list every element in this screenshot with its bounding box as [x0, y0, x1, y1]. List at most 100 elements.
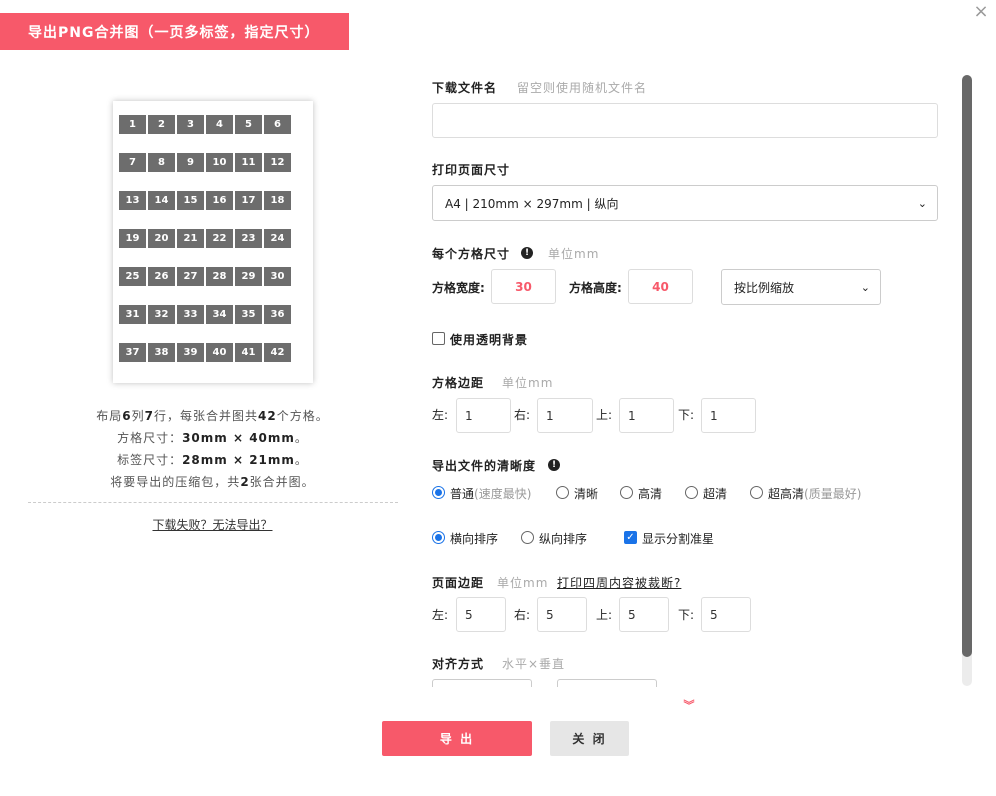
- transparent-bg-checkbox[interactable]: [432, 332, 445, 345]
- page-margin-bottom-label: 下:: [678, 608, 695, 622]
- transparent-bg-label: 使用透明背景: [450, 333, 529, 347]
- clarity-option-uhd: 超高清(质量最好): [768, 485, 861, 502]
- summary-text: 。: [294, 431, 308, 445]
- preview-cell: 38: [148, 343, 175, 362]
- cell-margin-hint: 单位mm: [502, 376, 554, 390]
- preview-cell: 19: [119, 229, 146, 248]
- preview-cell: 17: [235, 191, 262, 210]
- order-vertical-radio[interactable]: [521, 531, 534, 544]
- preview-cell: 32: [148, 305, 175, 324]
- show-crosshair-label: 显示分割准星: [642, 532, 715, 546]
- page-margin-label: 页面边距: [432, 576, 485, 590]
- cell-height-input[interactable]: 40: [628, 269, 693, 304]
- clarity-radio-clear[interactable]: [556, 486, 569, 499]
- page-margin-top-input[interactable]: 5: [619, 597, 669, 632]
- page-size-select[interactable]: A4 | 210mm × 297mm | 纵向 ⌄: [432, 185, 938, 221]
- info-icon[interactable]: !: [548, 459, 560, 471]
- page-margin-right-input[interactable]: 5: [537, 597, 587, 632]
- preview-cell: 7: [119, 153, 146, 172]
- download-failed-link[interactable]: 下载失败？无法导出？: [20, 516, 405, 533]
- cell-margin-right-input[interactable]: 1: [537, 398, 593, 433]
- clarity-radio-fhd[interactable]: [685, 486, 698, 499]
- clarity-option-fhd: 超清: [703, 487, 728, 501]
- preview-cell: 11: [235, 153, 262, 172]
- filename-input[interactable]: [432, 103, 938, 138]
- page-margin-left-input[interactable]: 5: [456, 597, 506, 632]
- preview-cell: 4: [206, 115, 233, 134]
- order-horizontal-label: 横向排序: [450, 532, 499, 546]
- preview-cell: 22: [206, 229, 233, 248]
- preview-cell: 18: [264, 191, 291, 210]
- preview-cell: 40: [206, 343, 233, 362]
- preview-cell: 37: [119, 343, 146, 362]
- cell-margin-right-label: 右:: [514, 408, 531, 422]
- cell-margin-top-input[interactable]: 1: [619, 398, 674, 433]
- order-horizontal-radio[interactable]: [432, 531, 445, 544]
- page-margin-help-link[interactable]: 打印四周内容被裁断?: [557, 574, 681, 591]
- clarity-radio-normal[interactable]: [432, 486, 445, 499]
- preview-cell: 21: [177, 229, 204, 248]
- summary-cell-size: 30mm × 40mm: [182, 431, 295, 445]
- clarity-radio-uhd[interactable]: [750, 486, 763, 499]
- page-size-value: A4 | 210mm × 297mm | 纵向: [445, 196, 619, 211]
- preview-cell: 35: [235, 305, 262, 324]
- preview-cell: 39: [177, 343, 204, 362]
- preview-cell: 34: [206, 305, 233, 324]
- scroll-more-icon[interactable]: ︾: [681, 700, 697, 711]
- scale-mode-value: 按比例缩放: [734, 280, 795, 295]
- clarity-label: 导出文件的清晰度: [432, 459, 537, 473]
- preview-cell: 10: [206, 153, 233, 172]
- cell-margin-left-input[interactable]: 1: [456, 398, 511, 433]
- summary-text: 方格尺寸：: [117, 431, 183, 445]
- page-size-label: 打印页面尺寸: [432, 163, 511, 177]
- option-sub: (速度最快): [474, 487, 532, 501]
- filename-label: 下载文件名: [432, 81, 498, 95]
- clarity-radio-hd[interactable]: [620, 486, 633, 499]
- preview-cell: 6: [264, 115, 291, 134]
- preview-paper: 1 2 3 4 5 6 7 8 9 10 11 12 13 14 15 16 17 18 19 20 21 22 23 24 2…: [113, 101, 313, 383]
- dialog-title: 导出PNG合并图（一页多标签，指定尺寸）: [0, 13, 349, 50]
- cell-margin-bottom-input[interactable]: 1: [701, 398, 756, 433]
- page-margin-hint: 单位mm: [497, 576, 549, 590]
- preview-cell: 33: [177, 305, 204, 324]
- cell-height-label: 方格高度:: [569, 281, 622, 295]
- summary-line-pages: 将要导出的压缩包，共2张合并图。: [20, 471, 405, 493]
- close-icon[interactable]: ×: [972, 3, 990, 21]
- preview-cell: 30: [264, 267, 291, 286]
- summary-count: 42: [258, 409, 277, 423]
- summary-text: 将要导出的压缩包，共: [110, 475, 241, 489]
- preview-cell: 42: [264, 343, 291, 362]
- preview-cell: 41: [235, 343, 262, 362]
- summary-line-cell-size: 方格尺寸：30mm × 40mm。: [20, 427, 405, 449]
- preview-cell: 15: [177, 191, 204, 210]
- clarity-option-hd: 高清: [638, 487, 663, 501]
- preview-cell: 16: [206, 191, 233, 210]
- option-label: 超高清: [768, 487, 805, 501]
- page-margin-bottom-input[interactable]: 5: [701, 597, 751, 632]
- info-icon[interactable]: !: [521, 247, 533, 259]
- show-crosshair-checkbox[interactable]: ✓: [624, 531, 637, 544]
- summary-text: 张合并图。: [249, 475, 315, 489]
- summary-cols: 6: [122, 409, 132, 423]
- clarity-option-clear: 清晰: [574, 487, 599, 501]
- cell-width-input[interactable]: 30: [491, 269, 556, 304]
- preview-cell: 9: [177, 153, 204, 172]
- summary-line-label-size: 标签尺寸：28mm × 21mm。: [20, 449, 405, 471]
- vertical-align-select[interactable]: [557, 679, 657, 687]
- horizontal-align-select[interactable]: [432, 679, 532, 687]
- close-button[interactable]: 关 闭: [550, 721, 629, 756]
- scrollbar-thumb[interactable]: [962, 75, 972, 657]
- summary-text: 个方格。: [276, 409, 329, 423]
- alignment-hint: 水平×垂直: [502, 657, 566, 671]
- preview-cell: 3: [177, 115, 204, 134]
- summary-text: 标签尺寸：: [117, 453, 183, 467]
- preview-cell: 8: [148, 153, 175, 172]
- preview-cell: 24: [264, 229, 291, 248]
- layout-summary: 布局6列7行，每张合并图共42个方格。 方格尺寸：30mm × 40mm。 标签…: [20, 405, 405, 493]
- summary-label-size: 28mm × 21mm: [182, 453, 295, 467]
- cell-margin-label: 方格边距: [432, 376, 485, 390]
- scale-mode-select[interactable]: 按比例缩放 ⌄: [721, 269, 881, 305]
- preview-cell: 27: [177, 267, 204, 286]
- export-button[interactable]: 导 出: [382, 721, 532, 756]
- summary-pages: 2: [240, 475, 250, 489]
